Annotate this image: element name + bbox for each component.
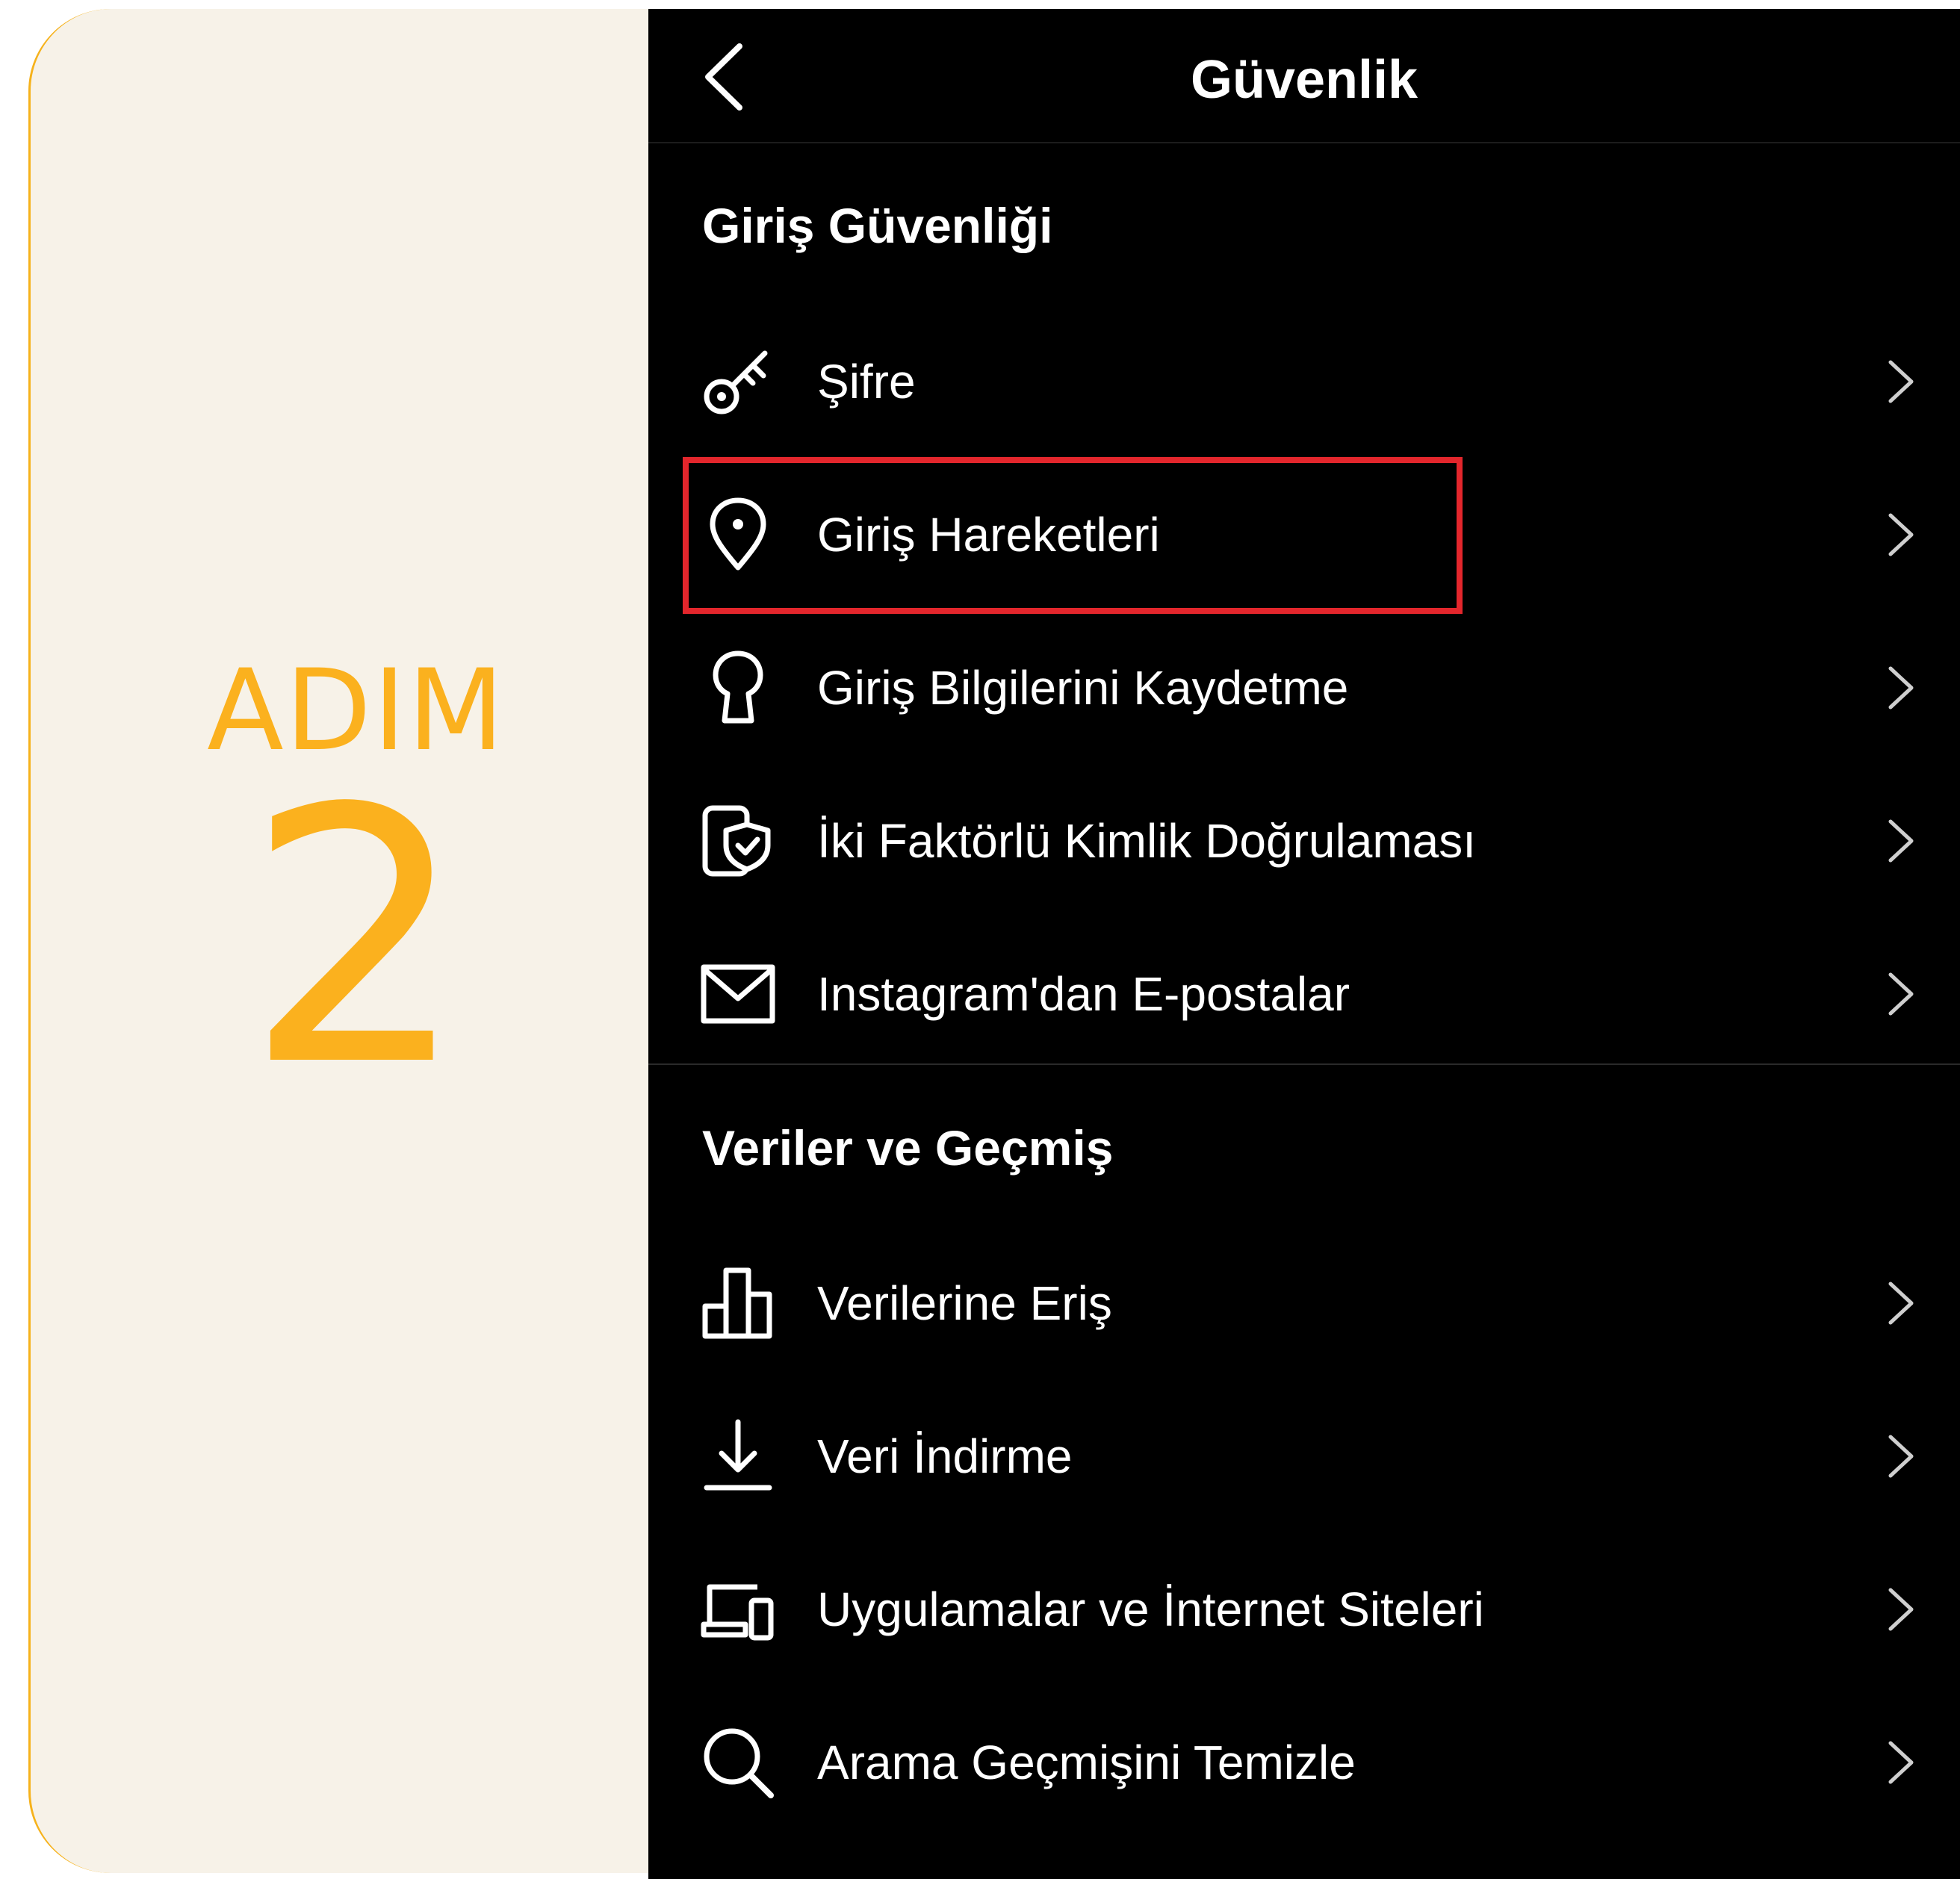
settings-item-label: Uygulamalar ve İnternet Siteleri [817,1582,1484,1636]
chevron-right-icon [1888,360,1914,403]
settings-item-access-data[interactable]: Verilerine Eriş [648,1226,1960,1379]
key-icon [704,350,768,414]
settings-item-label: Giriş Bilgilerini Kaydetme [817,660,1349,715]
download-icon [704,1419,772,1490]
chevron-right-icon [1888,1588,1914,1630]
section-title-data-history: Veriler ve Geçmiş [702,1120,1114,1175]
settings-item-label: Veri İndirme [817,1429,1073,1483]
settings-item-label: Verilerine Eriş [817,1276,1112,1330]
settings-item-label: Giriş Hareketleri [817,507,1160,562]
step-panel: ADIM 2 [28,9,680,1873]
shield-phone-icon [702,805,771,876]
settings-item-instagram-emails[interactable]: Instagram'dan E-postalar [648,917,1960,1070]
mail-icon [701,964,775,1023]
security-settings-screen: Güvenlik Giriş Güvenliği Şifre Giriş Har… [648,9,1960,1879]
chevron-right-icon [1888,1435,1914,1477]
location-pin-icon [710,497,766,570]
bar-chart-icon [702,1267,772,1338]
settings-item-apps-websites[interactable]: Uygulamalar ve İnternet Siteleri [648,1532,1960,1686]
devices-icon [701,1584,774,1640]
chevron-right-icon [1888,513,1914,556]
top-bar: Güvenlik [648,9,1960,143]
chevron-right-icon [1888,972,1914,1015]
settings-item-saved-login[interactable]: Giriş Bilgilerini Kaydetme [648,611,1960,764]
chevron-right-icon [1888,1741,1914,1783]
page-title: Güvenlik [1190,50,1418,110]
tutorial-image: ADIM 2 Güvenlik Giriş Güvenliği Şifre Gi… [0,0,1960,1879]
chevron-right-icon [1888,819,1914,862]
section-divider [648,1063,1960,1065]
section-title-login-security: Giriş Güvenliği [702,198,1053,253]
keyhole-icon [713,650,763,723]
settings-item-label: Şifre [817,354,916,409]
settings-item-clear-search-history[interactable]: Arama Geçmişini Temizle [648,1686,1960,1839]
settings-item-label: Instagram'dan E-postalar [817,966,1350,1021]
settings-item-two-factor[interactable]: İki Faktörlü Kimlik Doğrulaması [648,764,1960,917]
settings-item-label: Arama Geçmişini Temizle [817,1735,1356,1789]
settings-item-download-data[interactable]: Veri İndirme [648,1379,1960,1532]
search-icon [704,1728,774,1798]
chevron-right-icon [1888,666,1914,709]
settings-item-label: İki Faktörlü Kimlik Doğrulaması [817,813,1476,868]
settings-item-password[interactable]: Şifre [648,305,1960,458]
settings-item-login-activity[interactable]: Giriş Hareketleri [648,458,1960,611]
chevron-right-icon [1888,1282,1914,1324]
step-number: 2 [244,734,468,1143]
